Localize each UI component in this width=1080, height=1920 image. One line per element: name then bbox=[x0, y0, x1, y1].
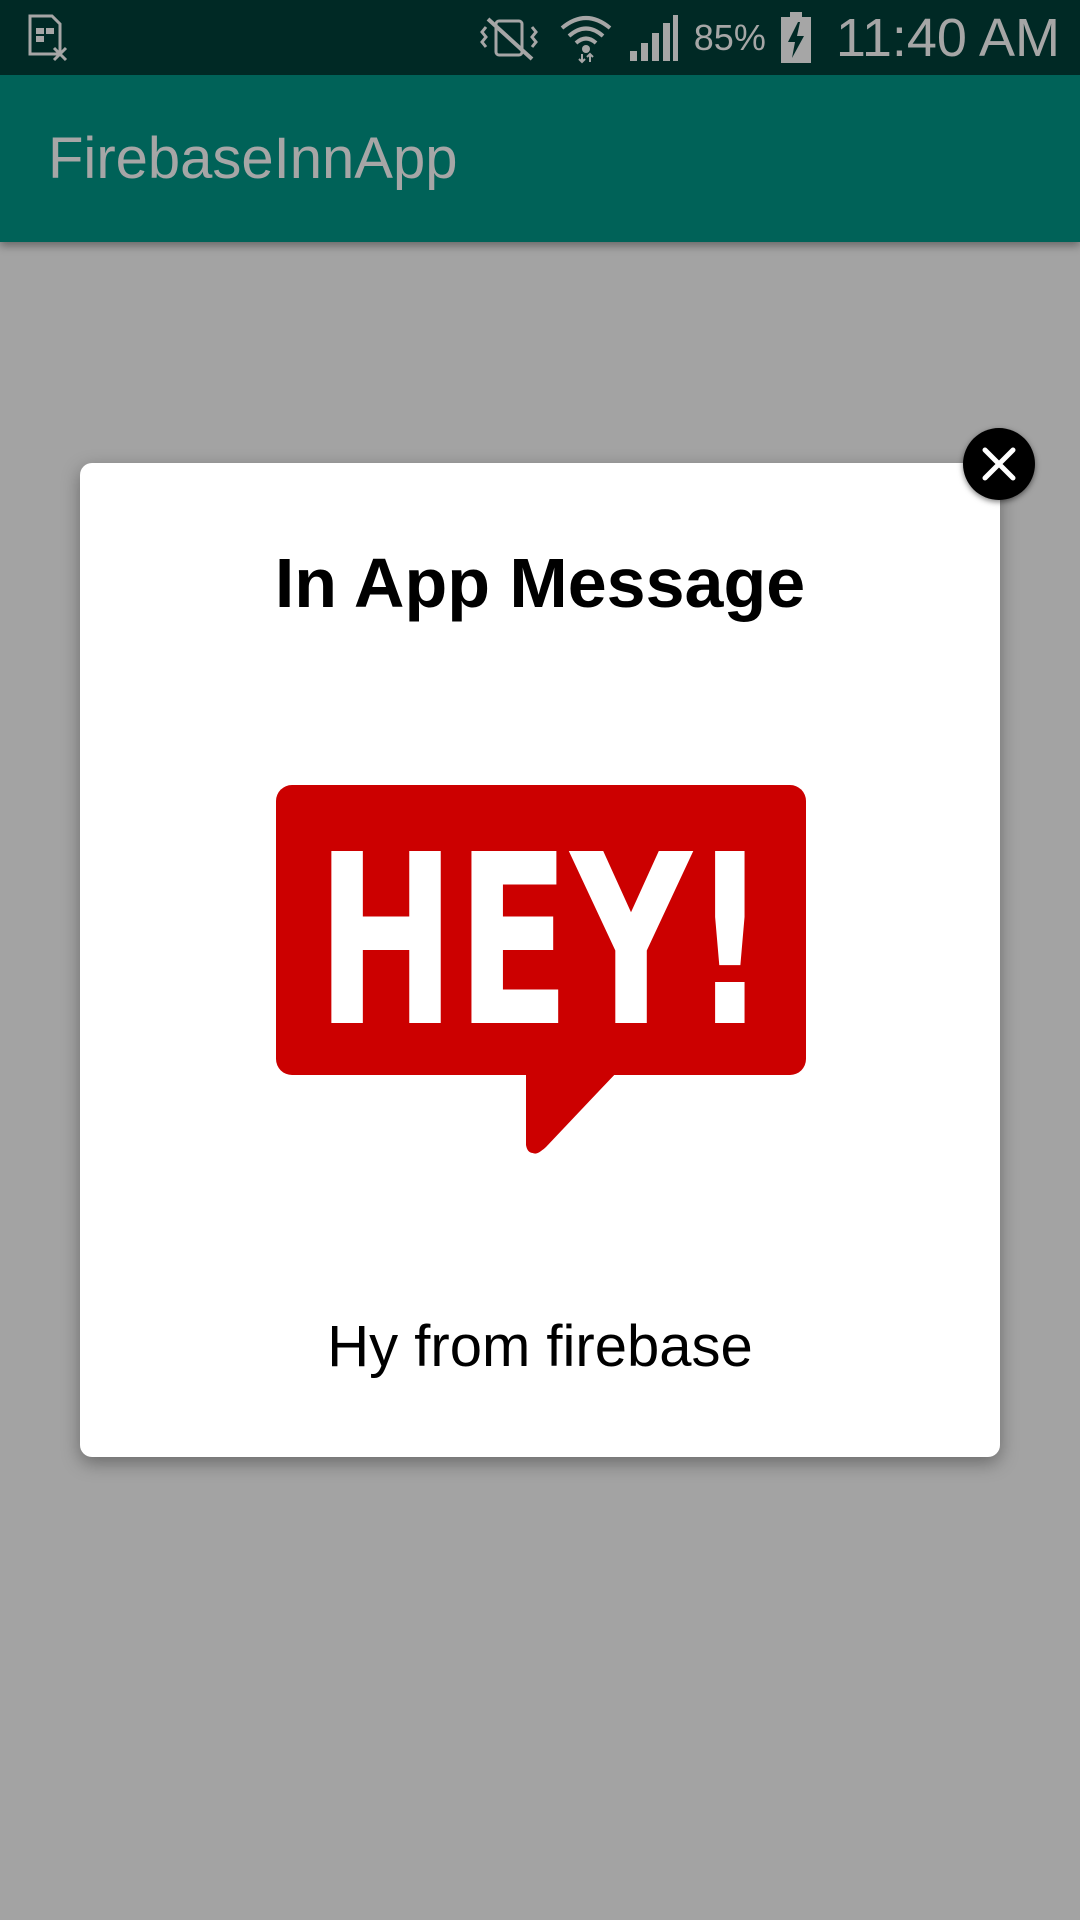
message-body: Hy from firebase bbox=[327, 1314, 753, 1379]
close-icon bbox=[982, 447, 1016, 481]
message-title: In App Message bbox=[274, 544, 806, 622]
hey-speech-bubble-image[interactable]: HEY! bbox=[276, 785, 806, 1175]
screen: FirebaseInnApp 85% 11:40 AM In App Messa… bbox=[0, 0, 1080, 1920]
hey-image-text: HEY! bbox=[316, 804, 768, 1079]
close-button[interactable] bbox=[963, 428, 1035, 500]
in-app-message-card: In App Message HEY! Hy from firebase bbox=[80, 463, 1000, 1457]
